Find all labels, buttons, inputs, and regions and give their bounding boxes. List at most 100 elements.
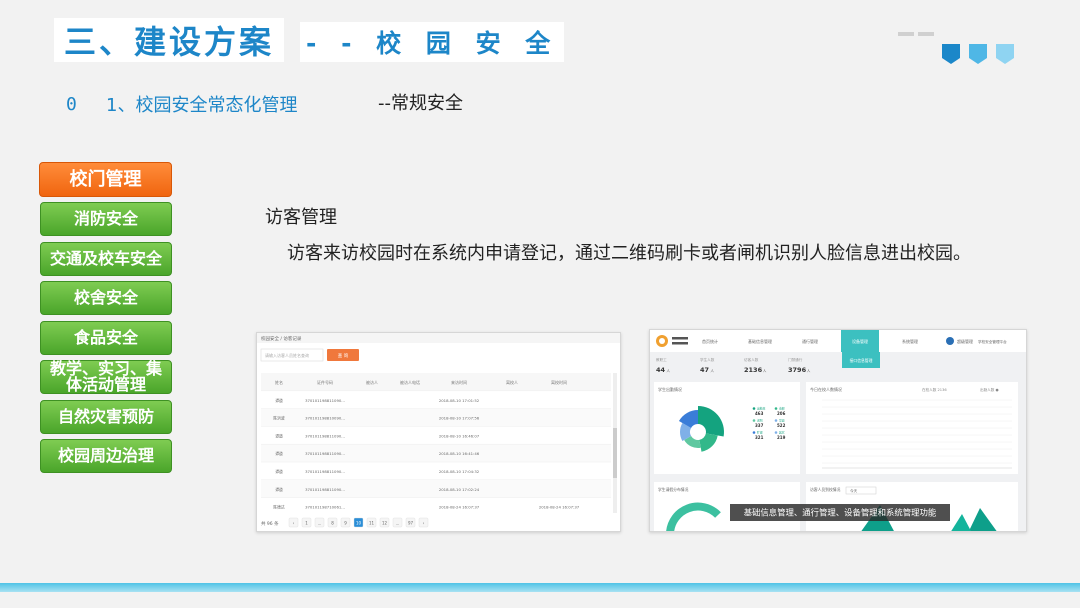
shield-icon	[969, 44, 987, 64]
content-heading: 访客管理	[265, 207, 337, 228]
menu-item-fire[interactable]: 消防安全	[40, 202, 172, 236]
records-table: 姓名 证件号码 被访人 被访人电话 来访时间 离校人 离校时间谭道 3701011988110…	[261, 373, 611, 516]
nav-tab[interactable]: 系统管理	[902, 338, 918, 344]
pager-label: ...	[318, 521, 322, 526]
table-cell: 2018-08-10 16:41:46	[439, 451, 480, 456]
table-cell: 谭道	[275, 451, 283, 456]
table-cell: 370101198811090...	[305, 398, 345, 403]
nav-submenu-label: 接口信息管理	[850, 358, 873, 363]
dashboard-screenshot: 首页统计 基础信息管理 通行管理 设备管理 系统管理 接口信息管理 超级管理 学校安全管…	[649, 329, 1027, 532]
legend-dot	[774, 419, 778, 422]
pager-label: 9	[344, 521, 347, 526]
table-cell: 陈洪波	[273, 416, 285, 421]
table-cell: 谭道	[275, 487, 283, 492]
decoration-lines	[898, 32, 936, 36]
legend-value: 463	[755, 411, 764, 416]
nav-tab[interactable]: 基础信息管理	[748, 338, 772, 344]
table-cell: 2018-08-10 17:07:56	[439, 416, 480, 421]
nav-tab[interactable]: 首页统计	[702, 338, 718, 344]
nav-tab[interactable]: 通行管理	[802, 338, 818, 344]
stat-value: 3796	[788, 366, 807, 374]
pager-total: 共 96 条	[261, 520, 279, 527]
legend-dot	[752, 419, 756, 422]
subtitle-box: - - 校 园 安 全	[300, 22, 565, 62]
legend-dot	[774, 407, 778, 410]
content-body: 访客来访校园时在系统内申请登记，通过二维码刷卡或者闸机识别人脸信息进出校园。	[287, 243, 971, 264]
scrollbar-thumb[interactable]	[613, 428, 617, 478]
section-category: --常规安全	[378, 93, 463, 114]
table-cell: 370101198710061...	[305, 505, 345, 510]
bullet-icon: 0	[66, 93, 77, 115]
stat-label: 教职工	[656, 357, 667, 362]
table-header: 来访时间	[451, 379, 467, 385]
legend-dot	[752, 431, 756, 434]
table-header: 姓名	[275, 379, 283, 385]
attendance-panel	[654, 382, 800, 474]
video-caption: 基础信息管理、通行管理、设备管理和系统管理功能	[744, 508, 937, 518]
menu-item-building[interactable]: 校舍安全	[40, 281, 172, 315]
legend-name: 请假	[779, 407, 785, 411]
stat-cards: 教职工44 人学生人数47 人访客人数2136 人门禁通行3796 人	[656, 357, 811, 374]
page-subtitle: - - 校 园 安 全	[306, 29, 559, 58]
search-button-label: 查 询	[338, 352, 349, 359]
menu-item-food[interactable]: 食品安全	[40, 321, 172, 355]
menu-item-surroundings[interactable]: 校园周边治理	[40, 439, 172, 473]
stat-unit: 人	[710, 368, 714, 373]
table-cell: 370101198811090...	[305, 451, 345, 456]
legend-name: 迟到	[757, 419, 763, 423]
pager-label: ...	[396, 521, 400, 526]
title-box: 三、建设方案	[54, 18, 285, 62]
menu-item-gate[interactable]: 校门管理	[39, 162, 172, 197]
table-header: 被访人	[366, 379, 378, 385]
leave-panel-title: 学生请假分布情况	[658, 487, 689, 492]
stat-label: 学生人数	[700, 357, 715, 362]
table-cell: 谭道	[275, 433, 283, 438]
table-cell: 谭道	[275, 469, 283, 474]
legend-value: 206	[777, 411, 786, 416]
stat-label: 门禁通行	[788, 357, 803, 362]
table-cell: 2018-08-10 16:46:07	[439, 433, 480, 438]
table-cell: 370101198811090...	[305, 487, 345, 492]
table-cell: 370101198811090...	[305, 469, 345, 474]
shield-icons	[942, 44, 1018, 64]
table-header: 离校时间	[551, 379, 567, 385]
attendance-panel-title: 学生出勤情况	[658, 386, 682, 392]
bottom-bar	[0, 583, 1080, 592]
avatar[interactable]	[946, 337, 954, 345]
pager-label: 12	[382, 521, 388, 526]
nav-tab[interactable]: 设备管理	[852, 338, 868, 344]
pager-label: 11	[369, 521, 375, 526]
section-title: 1、校园安全常态化管理	[106, 95, 298, 116]
stat-unit: 人	[763, 368, 767, 373]
table-cell: 谭道	[275, 398, 283, 403]
stat-value: 47	[700, 366, 709, 374]
visitor-records-screenshot: 校园安全 / 访客记录 请输入访客人员姓名查询 查 询 姓名 证件号码 被访人 被访人…	[256, 332, 621, 532]
table-cell: 陈德达	[273, 505, 285, 510]
pager: ‹ 1... 8 9 10 11 12... 97 ›	[288, 517, 429, 528]
stat-value: 2136	[744, 366, 763, 374]
menu-item-traffic[interactable]: 交通及校车安全	[40, 242, 172, 276]
table-header: 被访人电话	[400, 379, 420, 385]
stat-value: 44	[656, 366, 666, 374]
visitor-panel-title: 访客人员到校情况	[810, 487, 841, 492]
legend-value: 522	[777, 423, 786, 428]
legend-value: 219	[777, 435, 786, 440]
pager-label: 97	[408, 521, 414, 526]
legend-name: 其它	[779, 431, 785, 435]
shield-icon	[942, 44, 960, 64]
section-subtitle: 0 1、校园安全常态化管理	[66, 91, 297, 117]
table-header: 证件号码	[317, 379, 333, 385]
table-cell: 2018-08-24 16:07:37	[539, 505, 580, 510]
search-placeholder: 请输入访客人员姓名查询	[265, 352, 309, 358]
stat-unit: 人	[807, 368, 811, 373]
menu-item-disaster[interactable]: 自然灾害预防	[40, 400, 172, 434]
menu-item-teaching[interactable]: 教学、实习、集体活动管理	[40, 360, 172, 394]
daily-panel-info-b: 出勤人数 ●	[980, 387, 999, 392]
legend-name: 旷课	[757, 431, 763, 435]
table-cell: 2018-08-24 16:07:37	[439, 505, 480, 510]
pager-label: 8	[331, 521, 334, 526]
pager-label: 10	[356, 521, 362, 526]
page-title: 三、建设方案	[64, 23, 275, 61]
legend-name: 出勤率	[757, 407, 766, 411]
table-header: 离校人	[506, 379, 518, 385]
